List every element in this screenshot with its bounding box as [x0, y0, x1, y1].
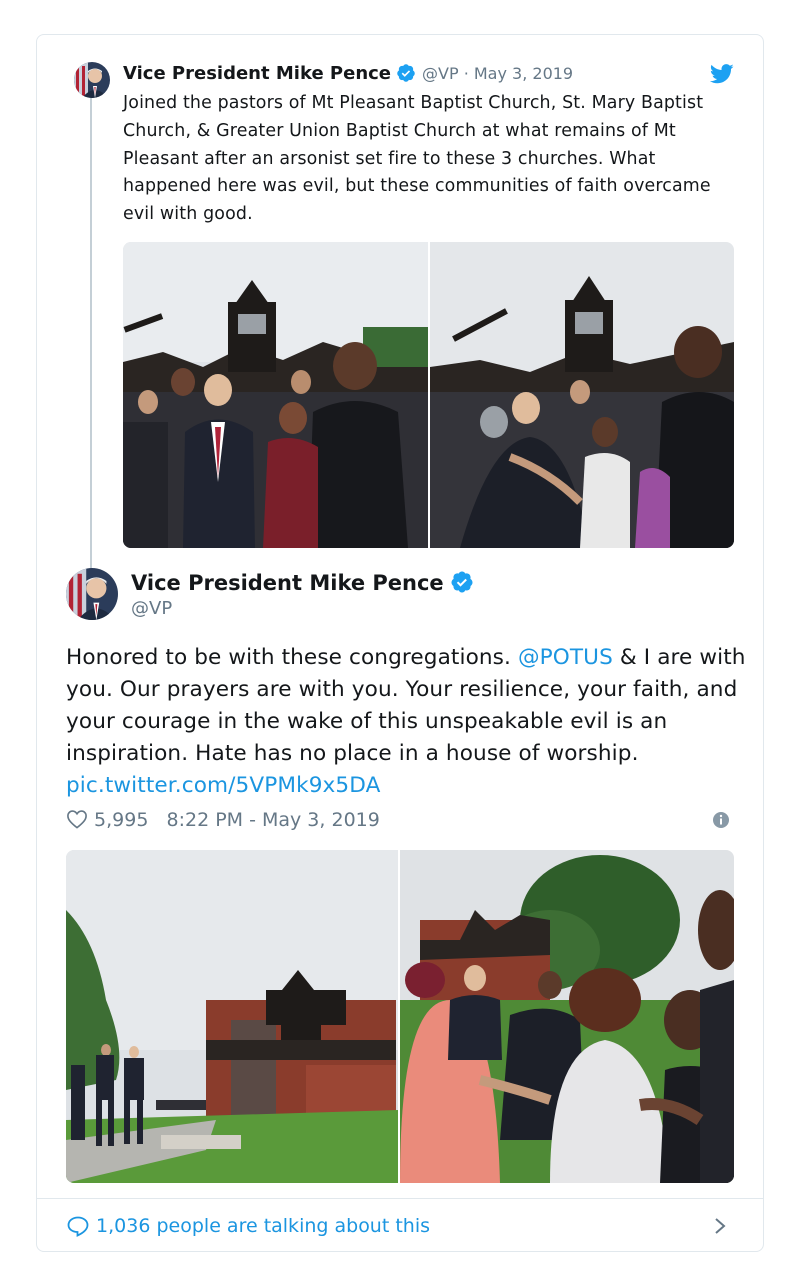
quoted-photo-left[interactable]: [123, 242, 428, 548]
thread-line: [90, 98, 92, 570]
like-count[interactable]: 5,995: [94, 809, 148, 831]
tweet-text-part1: Honored to be with these congregations.: [66, 645, 518, 670]
main-photo-right[interactable]: [400, 850, 734, 1183]
main-author-name[interactable]: Vice President Mike Pence: [131, 568, 474, 598]
twitter-bird-icon[interactable]: [710, 64, 734, 84]
quoted-photo-right[interactable]: [430, 242, 734, 548]
tweet-timestamp[interactable]: 8:22 PM - May 3, 2019: [167, 809, 380, 831]
heart-icon[interactable]: [66, 809, 88, 829]
chevron-right-icon[interactable]: [712, 1216, 728, 1236]
main-photo-left[interactable]: [66, 850, 398, 1183]
footer-divider: [37, 1198, 763, 1199]
main-author-name-text[interactable]: Vice President Mike Pence: [131, 571, 444, 595]
speech-bubble-icon: [67, 1216, 89, 1237]
mention-link[interactable]: @POTUS: [518, 645, 613, 670]
quoted-handle-date[interactable]: @VP · May 3, 2019: [422, 64, 573, 83]
info-icon[interactable]: [712, 811, 730, 829]
quoted-tweet-header: Vice President Mike Pence @VP · May 3, 20…: [123, 60, 573, 88]
main-tweet-text: Honored to be with these congregations. …: [66, 642, 746, 802]
conversation-link[interactable]: 1,036 people are talking about this: [66, 1212, 430, 1240]
quoted-author-avatar[interactable]: [74, 62, 110, 98]
verified-badge-icon: [451, 571, 473, 593]
main-author-handle[interactable]: @VP: [131, 597, 172, 621]
quoted-author-name[interactable]: Vice President Mike Pence: [123, 63, 391, 84]
main-author-avatar[interactable]: [66, 568, 118, 620]
tweet-meta-row: 5,995 8:22 PM - May 3, 2019: [66, 806, 380, 834]
talking-count-text[interactable]: 1,036 people are talking about this: [96, 1215, 430, 1237]
pic-link[interactable]: pic.twitter.com/5VPMk9x5DA: [66, 773, 381, 798]
quoted-tweet-text: Joined the pastors of Mt Pleasant Baptis…: [123, 93, 711, 225]
verified-badge-icon: [397, 64, 415, 82]
